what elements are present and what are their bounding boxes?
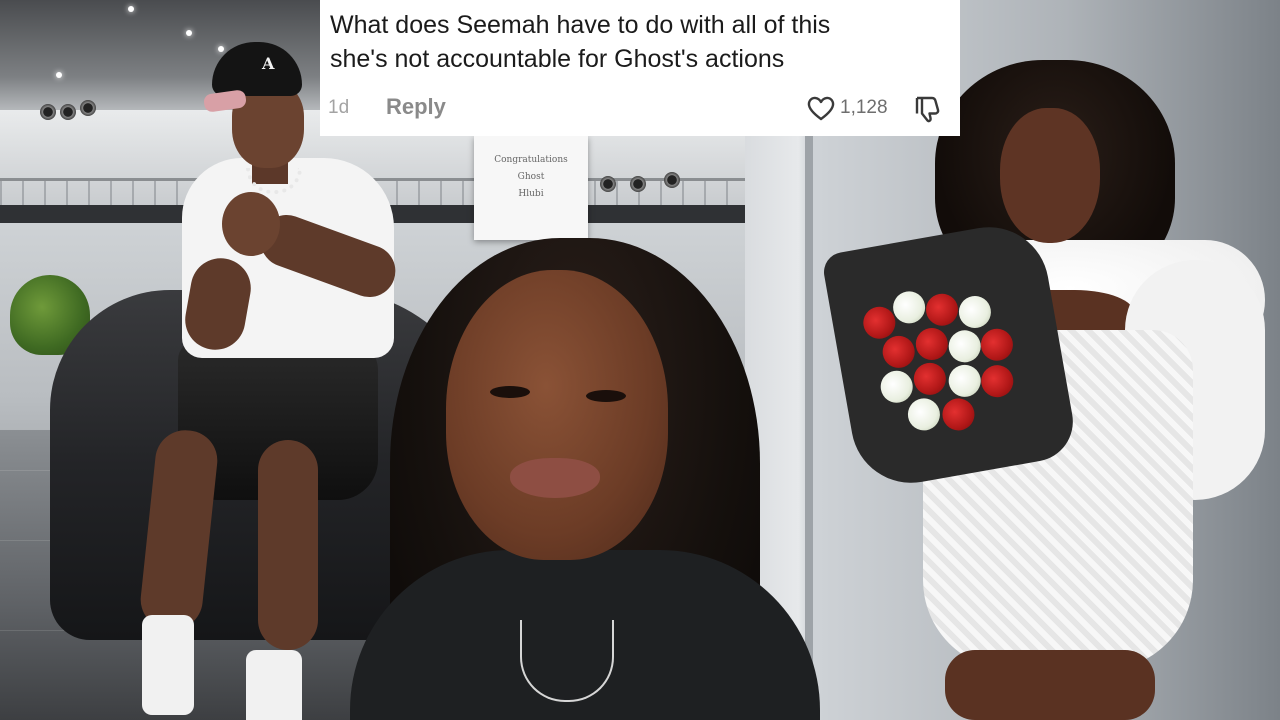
chain-necklace xyxy=(520,620,614,702)
comment-card: What does Seemah have to do with all of … xyxy=(320,0,960,136)
red-rose xyxy=(978,326,1016,364)
white-rose xyxy=(946,327,984,365)
red-rose xyxy=(939,395,977,433)
comment-text: What does Seemah have to do with all of … xyxy=(330,8,950,76)
red-rose xyxy=(978,362,1016,400)
heart-outline-icon[interactable] xyxy=(806,94,836,122)
white-rose xyxy=(956,293,994,331)
cap-logo: A xyxy=(262,54,275,73)
comment-timestamp: 1d xyxy=(328,97,350,118)
center-selfie xyxy=(350,230,820,720)
white-sock xyxy=(246,650,302,720)
white-rose xyxy=(946,362,984,400)
eye xyxy=(586,390,626,402)
reply-button[interactable]: Reply xyxy=(386,94,446,120)
leg xyxy=(137,427,221,633)
rose-bouquet xyxy=(820,217,1080,493)
baseball-cap xyxy=(212,42,302,96)
red-rose xyxy=(923,291,961,329)
woman-selfie-face xyxy=(446,270,668,560)
red-rose xyxy=(880,333,918,371)
white-sock xyxy=(142,615,194,715)
white-rose xyxy=(905,395,943,433)
pouting-lips xyxy=(510,458,600,498)
white-rose xyxy=(890,288,928,326)
legs xyxy=(945,650,1155,720)
red-rose xyxy=(913,325,951,363)
like-count: 1,128 xyxy=(840,97,888,118)
comment-meta-row: 1d Reply 1,128 xyxy=(328,92,956,124)
clasped-hands xyxy=(222,192,280,256)
thumbnail-canvas: Congratulations Ghost Hlubi A What does … xyxy=(0,0,1280,720)
eye xyxy=(490,386,530,398)
comment-line: What does Seemah have to do with all of … xyxy=(330,11,831,39)
woman-face xyxy=(1000,108,1100,243)
leg xyxy=(258,440,318,650)
thumbs-down-outline-icon[interactable] xyxy=(912,94,942,124)
white-rose xyxy=(878,368,916,406)
red-rose xyxy=(911,360,949,398)
comment-line: she's not accountable for Ghost's action… xyxy=(330,45,785,73)
